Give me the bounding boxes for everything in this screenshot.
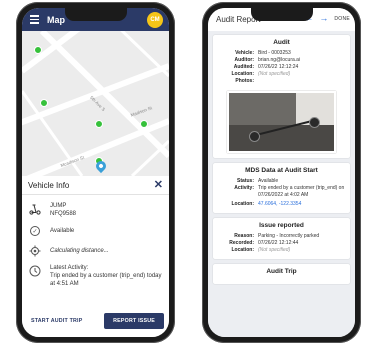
field-label: Auditor: — [234, 57, 254, 63]
field-value: 07/26/22 12:12:44 — [258, 240, 299, 246]
map-view[interactable]: 5th Ave S Madison St Mcadison St — [22, 31, 169, 176]
field-row: Recorded: 07/26/22 12:12:44 — [218, 240, 345, 247]
vehicle-id: NFQ9588 — [50, 211, 77, 217]
scooter-icon — [28, 202, 42, 216]
activity-label: Latest Activity: — [50, 265, 89, 271]
vehicle-type: JUMP — [50, 203, 67, 209]
vehicle-details: JUMP NFQ9588 — [50, 202, 76, 218]
field-value: (Not specified) — [258, 247, 291, 253]
gps-icon — [28, 244, 42, 258]
field-row: Auditor: brian.ng@locura.ai — [218, 57, 345, 64]
field-label: Activity: — [234, 185, 254, 191]
location-link[interactable]: 47.6064, -122.3354 — [258, 201, 301, 208]
sheet-title: Vehicle Info — [28, 180, 70, 190]
field-row: Reason: Parking - Incorrectly parked — [218, 233, 345, 240]
action-bar: START AUDIT TRIP REPORT ISSUE — [22, 313, 169, 329]
field-row: Vehicle: Bird - 0003253 — [218, 50, 345, 57]
audit-card: Audit Vehicle: Bird - 0003253 Auditor: bri… — [213, 35, 350, 158]
card-title: Issue reported — [259, 222, 304, 229]
menu-icon[interactable] — [30, 15, 39, 24]
card-title: Audit Trip — [266, 268, 297, 275]
vehicle-marker[interactable] — [140, 120, 148, 128]
field-label: Location: — [231, 71, 255, 77]
field-label: Photos: — [235, 78, 254, 84]
activity-row: Latest Activity: Trip ended by a custome… — [22, 264, 169, 288]
audit-trip-card: Audit Trip — [213, 264, 350, 284]
distance-text: Calculating distance... — [50, 248, 109, 254]
field-row: Status: Available — [218, 178, 345, 185]
field-row: Location: 47.6064, -122.3354 — [218, 201, 345, 208]
mds-card: MDS Data at Audit Start Status: Available… — [213, 163, 350, 213]
audit-photo[interactable] — [227, 91, 336, 153]
field-value: Trip ended by a customer (trip_end) on 0… — [258, 185, 345, 198]
field-label: Location: — [231, 247, 255, 253]
phone-notch — [250, 8, 313, 21]
phone-notch — [64, 8, 127, 21]
field-label: Reason: — [234, 233, 254, 239]
field-value: brian.ng@locura.ai — [258, 57, 301, 63]
card-title: MDS Data at Audit Start — [245, 167, 318, 174]
phone-audit-report: Audit Report ← → DONE Audit Vehicle:Bird… — [202, 2, 361, 343]
field-label: Recorded: — [229, 240, 254, 246]
field-value: Parking - Incorrectly parked — [258, 233, 320, 239]
start-audit-trip-button[interactable]: START AUDIT TRIP — [27, 313, 86, 329]
field-value: Bird - 0003253 — [258, 50, 291, 56]
vehicle-row: JUMP NFQ9588 — [22, 202, 169, 218]
vehicle-info-sheet: Vehicle Info ✕ JUMP NFQ9588 ✓ Available — [22, 176, 169, 337]
vehicle-marker[interactable] — [40, 99, 48, 107]
field-label: Status: — [237, 178, 254, 184]
done-button[interactable]: DONE — [334, 16, 350, 22]
arrow-right-icon[interactable]: → — [319, 14, 328, 23]
audit-screen: Audit Report ← → DONE Audit Vehicle:Bird… — [208, 8, 355, 337]
field-label: Vehicle: — [235, 50, 254, 56]
field-label: Audited: — [233, 64, 254, 70]
field-row: Photos: — [218, 78, 345, 85]
close-icon[interactable]: ✕ — [154, 179, 163, 191]
card-title: Audit — [273, 39, 290, 46]
page-title: Map — [47, 14, 65, 25]
report-issue-button[interactable]: REPORT ISSUE — [104, 313, 164, 329]
status-text: Available — [50, 228, 75, 234]
distance-row: Calculating distance... — [22, 244, 169, 258]
field-value: 07/26/22 12:12:24 — [258, 64, 299, 70]
field-value: Available — [258, 178, 279, 184]
field-label: Location: — [231, 201, 255, 207]
vehicle-marker[interactable] — [34, 46, 42, 54]
activity-text: Trip ended by a customer (trip_end) toda… — [50, 273, 162, 287]
avatar[interactable]: CM — [147, 12, 163, 28]
field-row: Activity: Trip ended by a customer (trip_… — [218, 185, 345, 199]
field-row: Audited: 07/26/22 12:12:24 — [218, 64, 345, 71]
activity-details: Latest Activity: Trip ended by a custome… — [50, 264, 163, 288]
report-body[interactable]: Audit Vehicle: Bird - 0003253 Auditor: bri… — [208, 31, 355, 337]
sheet-header: Vehicle Info ✕ — [22, 176, 169, 195]
field-value: (Not specified) — [258, 71, 291, 77]
map-screen: Map CM 5th Ave S Madison St Mcadison St … — [22, 8, 169, 337]
field-row: Location: (Not specified) — [218, 71, 345, 78]
check-circle-icon: ✓ — [28, 224, 42, 238]
vehicle-marker[interactable] — [95, 120, 103, 128]
issue-card: Issue reported Reason: Parking - Incorrec… — [213, 218, 350, 259]
phone-map: Map CM 5th Ave S Madison St Mcadison St … — [16, 2, 175, 343]
clock-icon — [28, 264, 42, 278]
field-row: Location: (Not specified) — [218, 247, 345, 254]
status-row: ✓ Available — [22, 224, 169, 238]
